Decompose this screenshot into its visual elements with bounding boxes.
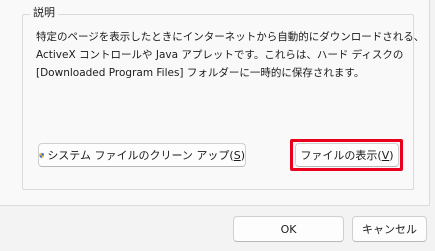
clean-up-accel: S bbox=[233, 148, 241, 162]
description-text: 特定のページを表示したときにインターネットから自動的にダウンロードされる、 Ac… bbox=[36, 28, 425, 82]
ok-button[interactable]: OK bbox=[233, 216, 344, 242]
description-line: [Downloaded Program Files] フォルダーに一時的に保存さ… bbox=[36, 67, 365, 79]
view-files-label: ファイルの表示( bbox=[300, 149, 382, 162]
description-line: 特定のページを表示したときにインターネットから自動的にダウンロードされる、 bbox=[36, 31, 425, 43]
clean-up-suffix: ) bbox=[240, 148, 245, 162]
dialog-panel: 説明 特定のページを表示したときにインターネットから自動的にダウンロードされる、… bbox=[0, 0, 430, 206]
description-line: ActiveX コントロールや Java アプレットです。これらは、ハード ディ… bbox=[36, 49, 404, 61]
clean-up-system-files-button[interactable]: システム ファイルのクリーン アップ(S) bbox=[38, 143, 246, 167]
cancel-button[interactable]: キャンセル bbox=[352, 216, 427, 242]
uac-shield-icon bbox=[39, 152, 44, 158]
view-files-button[interactable]: ファイルの表示(V) bbox=[295, 143, 399, 167]
view-files-accel: V bbox=[381, 148, 390, 162]
view-files-suffix: ) bbox=[389, 148, 394, 162]
clean-up-label: システム ファイルのクリーン アップ( bbox=[47, 149, 234, 162]
group-title: 説明 bbox=[30, 6, 58, 20]
